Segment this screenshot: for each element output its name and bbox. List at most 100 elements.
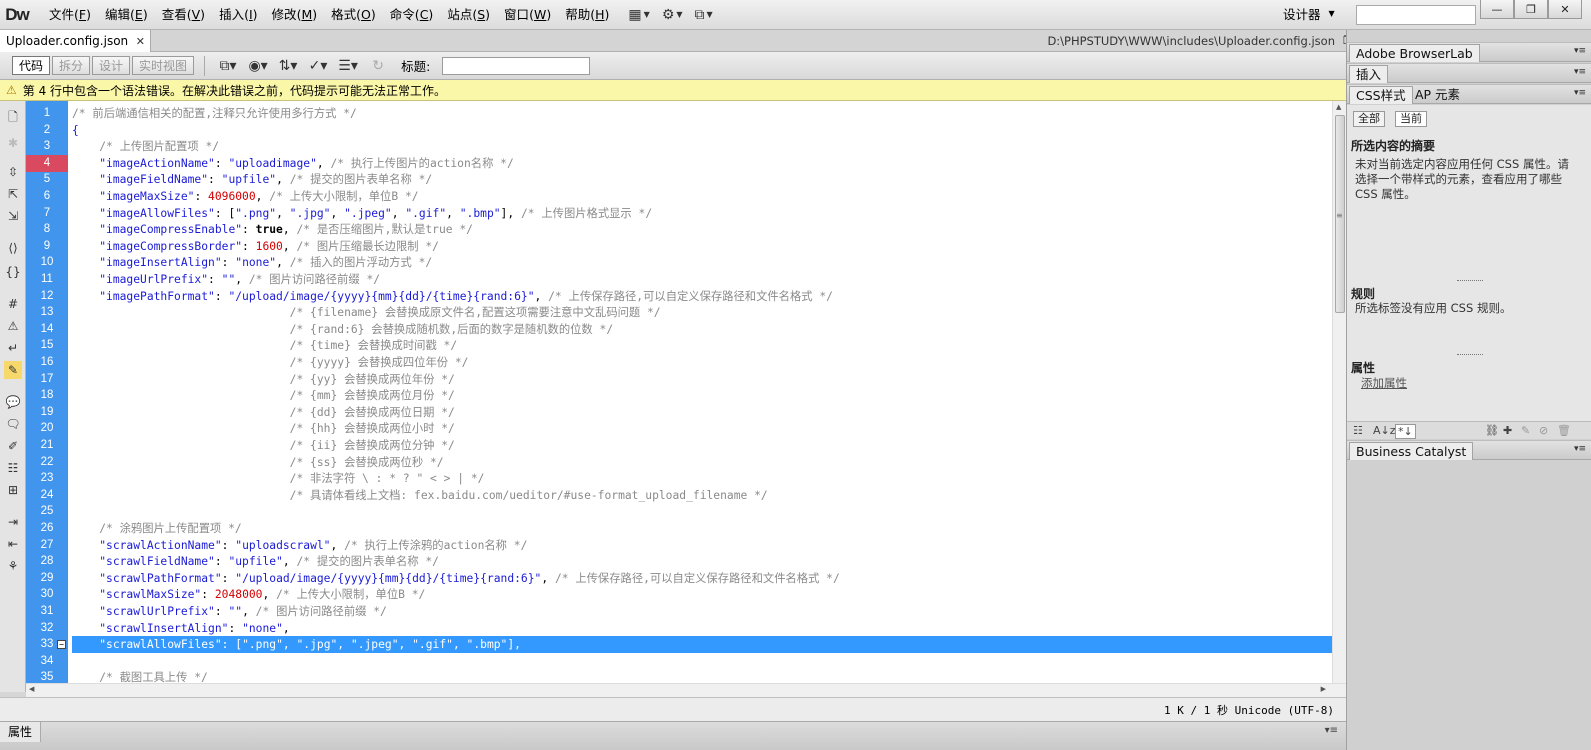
menu-item-5[interactable]: 格式(O) <box>324 0 383 30</box>
syntax-coloring-icon[interactable]: ✎ <box>4 361 22 379</box>
new-rule-icon[interactable]: ✚ <box>1503 424 1512 437</box>
close-button[interactable]: ✕ <box>1548 0 1582 19</box>
vertical-scrollbar[interactable]: ▲ ≡ <box>1332 101 1346 683</box>
show-code-navigator-icon[interactable]: ✱ <box>4 134 22 152</box>
menu-item-2[interactable]: 查看(V) <box>155 0 212 30</box>
select-parent-tag-icon[interactable]: ⟨⟩ <box>4 239 22 257</box>
resize-divider[interactable] <box>1347 351 1591 359</box>
panel-menu-icon[interactable]: ▾≡ <box>1574 88 1586 98</box>
code-line[interactable]: 32 "scrawlInsertAlign": "none", <box>26 620 1332 637</box>
document-tab[interactable]: Uploader.config.json ✕ <box>0 30 151 52</box>
code-line[interactable]: 22 /* {ss} 会替换成两位秒 */ <box>26 454 1332 471</box>
panel-menu-icon[interactable]: ▾≡ <box>1574 444 1586 454</box>
close-icon[interactable]: ✕ <box>136 35 145 48</box>
menu-item-3[interactable]: 插入(I) <box>212 0 264 30</box>
code-line[interactable]: 14 /* {rand:6} 会替换成随机数,后面的数字是随机数的位数 */ <box>26 321 1332 338</box>
scroll-up-icon[interactable]: ▲ <box>1336 103 1341 111</box>
menu-item-1[interactable]: 编辑(E) <box>98 0 155 30</box>
file-management-button[interactable]: ⇅▾ <box>273 55 303 77</box>
code-line[interactable]: 11 "imageUrlPrefix": "", /* 图片访问路径前缀 */ <box>26 271 1332 288</box>
search-input[interactable] <box>1356 5 1476 25</box>
code-line[interactable]: 9 "imageCompressBorder": 1600, /* 图片压缩最长… <box>26 238 1332 255</box>
code-line[interactable]: 18 /* {mm} 会替换成两位月份 */ <box>26 387 1332 404</box>
code-line[interactable]: 25 <box>26 503 1332 520</box>
code-line[interactable]: 30 "scrawlMaxSize": 2048000, /* 上传大小限制，单… <box>26 586 1332 603</box>
panel-menu-icon[interactable]: ▾≡ <box>1325 725 1338 736</box>
tab-browserlab[interactable]: Adobe BrowserLab <box>1349 44 1480 62</box>
panel-menu-icon[interactable]: ▾≡ <box>1574 67 1586 77</box>
code-editor[interactable]: 1/* 前后端通信相关的配置,注释只允许使用多行方式 */2{3 /* 上传图片… <box>26 101 1346 683</box>
code-line[interactable]: 31 "scrawlUrlPrefix": "", /* 图片访问路径前缀 */ <box>26 603 1332 620</box>
menu-item-9[interactable]: 帮助(H) <box>558 0 616 30</box>
code-line[interactable]: 13 /* {filename} 会替换成原文件名,配置这项需要注意中文乱码问题… <box>26 304 1332 321</box>
all-button[interactable]: 全部 <box>1353 111 1385 127</box>
properties-tab[interactable]: 属性 <box>0 722 42 742</box>
word-wrap-icon[interactable]: ↵ <box>4 339 22 357</box>
code-line[interactable]: 19 /* {dd} 会替换成两位日期 */ <box>26 404 1332 421</box>
preview-button[interactable]: ◉▾ <box>243 55 273 77</box>
code-line[interactable]: 28 "scrawlFieldName": "upfile", /* 提交的图片… <box>26 553 1332 570</box>
format-source-icon[interactable]: ⚘ <box>4 557 22 575</box>
refresh-button[interactable]: ↻ <box>363 55 393 77</box>
category-view-icon[interactable]: ☷ <box>1353 424 1363 437</box>
outdent-icon[interactable]: ⇤ <box>4 535 22 553</box>
code-line[interactable]: 29 "scrawlPathFormat": "/upload/image/{y… <box>26 570 1332 587</box>
panel-menu-icon[interactable]: ▾≡ <box>1574 46 1586 56</box>
view-button-3[interactable]: 实时视图 <box>132 56 195 75</box>
code-line[interactable]: 20 /* {hh} 会替换成两位小时 */ <box>26 420 1332 437</box>
remove-comment-icon[interactable]: 🗨 <box>4 415 22 433</box>
code-line[interactable]: 2{ <box>26 122 1332 139</box>
open-documents-icon[interactable]: 🗋 <box>4 109 22 127</box>
alpha-view-icon[interactable]: A↓z <box>1373 424 1396 437</box>
view-button-1[interactable]: 拆分 <box>52 56 91 75</box>
menu-item-7[interactable]: 站点(S) <box>440 0 497 30</box>
horizontal-scrollbar[interactable]: ◀ ▶ <box>26 683 1346 697</box>
multiscreen-button[interactable]: ⧉▾ <box>213 55 243 77</box>
code-line[interactable]: 1 /* 前后端通信相关的配置,注释只允许使用多行方式 */ <box>26 105 1332 122</box>
recent-snippets-icon[interactable]: ☷ <box>4 459 22 477</box>
scroll-right-icon[interactable]: ▶ <box>1321 685 1326 693</box>
validate-button[interactable]: ✓▾ <box>303 55 333 77</box>
attach-stylesheet-icon[interactable]: ⛓ <box>1485 424 1499 437</box>
tab-business-catalyst[interactable]: Business Catalyst <box>1349 442 1474 460</box>
code-line[interactable]: 15 /* {time} 会替换成时间戳 */ <box>26 337 1332 354</box>
menu-item-4[interactable]: 修改(M) <box>265 0 325 30</box>
code-line[interactable]: 27 "scrawlActionName": "uploadscrawl", /… <box>26 537 1332 554</box>
workspace-switcher[interactable]: 设计器 ▼ <box>1283 4 1335 23</box>
code-line[interactable]: 33− "scrawlAllowFiles": [".png", ".jpg",… <box>26 636 1332 654</box>
view-button-0[interactable]: 代码 <box>12 56 51 75</box>
highlight-invalid-icon[interactable]: ⚠ <box>4 317 22 335</box>
title-field[interactable] <box>442 56 591 75</box>
expand-all-icon[interactable]: ⇲ <box>4 207 22 225</box>
layout-dropdown[interactable]: ▦ ▼ <box>628 7 649 23</box>
site-dropdown[interactable]: ⧉ ▼ <box>695 7 713 23</box>
minimize-button[interactable]: — <box>1480 0 1514 19</box>
indent-icon[interactable]: ⇥ <box>4 513 22 531</box>
code-line[interactable]: 8 "imageCompressEnable": true, /* 是否压缩图片… <box>26 221 1332 238</box>
code-line[interactable]: 26 /* 涂鸦图片上传配置项 */ <box>26 520 1332 537</box>
move-css-icon[interactable]: ⊞ <box>4 481 22 499</box>
menu-item-0[interactable]: 文件(F) <box>42 0 98 30</box>
edit-rule-icon[interactable]: ✎ <box>1521 424 1530 437</box>
code-line[interactable]: 6 "imageMaxSize": 4096000, /* 上传大小限制，单位B… <box>26 188 1332 205</box>
wrap-tag-icon[interactable]: ✐ <box>4 437 22 455</box>
tab-css-styles[interactable]: CSS样式 <box>1349 86 1413 104</box>
menu-item-6[interactable]: 命令(C) <box>383 0 441 30</box>
code-line[interactable]: 4 "imageActionName": "uploadimage", /* 执… <box>26 154 1332 172</box>
code-line[interactable]: 35 /* 截图工具上传 */ <box>26 669 1332 683</box>
resize-divider[interactable] <box>1347 277 1591 285</box>
code-line[interactable]: 3 /* 上传图片配置项 */ <box>26 138 1332 155</box>
code-line[interactable]: 17 /* {yy} 会替换成两位年份 */ <box>26 371 1332 388</box>
code-line[interactable]: 12 "imagePathFormat": "/upload/image/{yy… <box>26 288 1332 305</box>
code-line[interactable]: 7 "imageAllowFiles": [".png", ".jpg", ".… <box>26 205 1332 222</box>
apply-comment-icon[interactable]: 💬 <box>4 393 22 411</box>
fold-toggle-icon[interactable]: − <box>57 640 66 650</box>
set-properties-icon[interactable]: *↓ <box>1395 424 1416 439</box>
scroll-left-icon[interactable]: ◀ <box>29 685 34 693</box>
restore-button[interactable]: ❐ <box>1514 0 1548 19</box>
balance-braces-icon[interactable]: {} <box>4 263 22 281</box>
disable-property-icon[interactable]: ⊘ <box>1539 424 1548 437</box>
menu-item-8[interactable]: 窗口(W) <box>497 0 558 30</box>
compatibility-button[interactable]: ☰▾ <box>333 55 363 77</box>
collapse-selection-icon[interactable]: ⇱ <box>4 185 22 203</box>
